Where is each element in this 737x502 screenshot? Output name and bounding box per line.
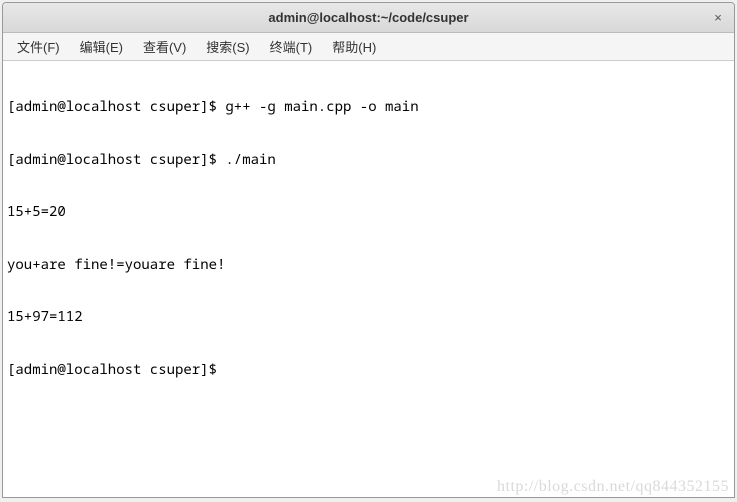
close-icon[interactable]: × [710,9,726,25]
menubar: 文件(F) 编辑(E) 查看(V) 搜索(S) 终端(T) 帮助(H) [3,33,734,61]
terminal-prompt-text: [admin@localhost csuper]$ [7,360,225,379]
menu-terminal[interactable]: 终端(T) [262,33,321,60]
terminal-line: 15+5=20 [7,203,730,221]
menu-help[interactable]: 帮助(H) [324,33,384,60]
terminal-window: admin@localhost:~/code/csuper × 文件(F) 编辑… [2,2,735,498]
terminal-output[interactable]: [admin@localhost csuper]$ g++ -g main.cp… [3,61,734,497]
menu-edit[interactable]: 编辑(E) [72,33,131,60]
window-title: admin@localhost:~/code/csuper [268,10,468,25]
terminal-line: [admin@localhost csuper]$ ./main [7,151,730,169]
menu-file[interactable]: 文件(F) [9,33,68,60]
terminal-line: 15+97=112 [7,308,730,326]
titlebar: admin@localhost:~/code/csuper × [3,3,734,33]
menu-search[interactable]: 搜索(S) [198,33,257,60]
terminal-line: [admin@localhost csuper]$ g++ -g main.cp… [7,98,730,116]
menu-view[interactable]: 查看(V) [135,33,194,60]
terminal-line: you+are fine!=youare fine! [7,256,730,274]
cursor-icon [225,365,233,379]
watermark: http://blog.csdn.net/qq844352155 [497,478,729,496]
terminal-prompt-line: [admin@localhost csuper]$ [7,361,730,379]
